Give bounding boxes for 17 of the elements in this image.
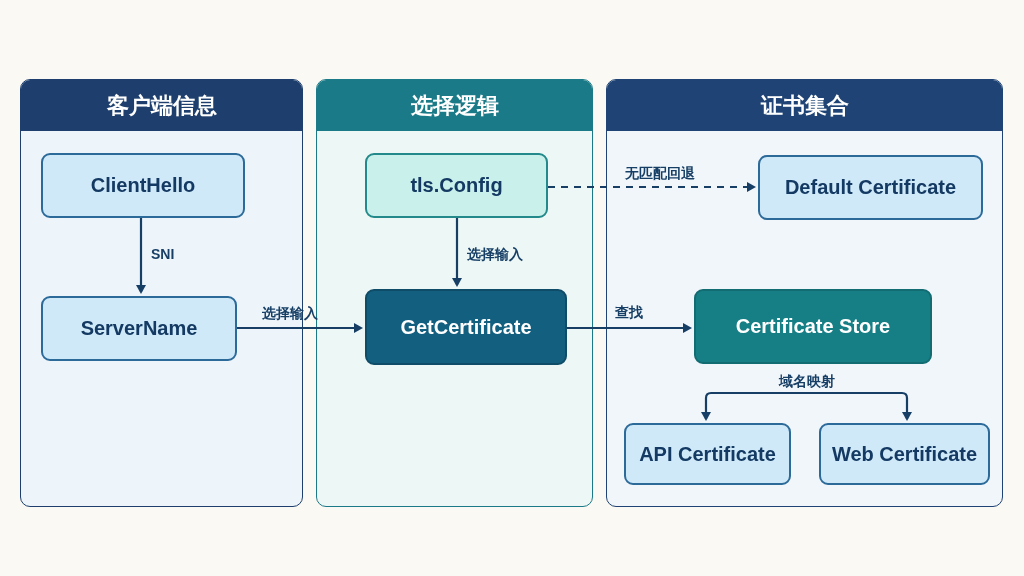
panel-header: 证书集合 <box>607 80 1002 131</box>
edge-label: 域名映射 <box>779 372 835 390</box>
process-node: Default Certificate <box>758 155 983 220</box>
panel-header: 选择逻辑 <box>317 80 592 131</box>
edge-label: 查找 <box>615 303 643 321</box>
process-node: API Certificate <box>624 423 791 485</box>
panel-header: 客户端信息 <box>21 80 302 131</box>
process-node: Web Certificate <box>819 423 990 485</box>
edge-label: 无匹配回退 <box>625 164 695 182</box>
process-node: GetCertificate <box>365 289 567 365</box>
process-node: ServerName <box>41 296 237 361</box>
edge-label: 选择输入 <box>467 245 523 263</box>
process-node: Certificate Store <box>694 289 932 364</box>
process-node: tls.Config <box>365 153 548 218</box>
arrow <box>452 218 462 287</box>
process-node: ClientHello <box>41 153 245 218</box>
edge-label: SNI <box>151 245 175 263</box>
